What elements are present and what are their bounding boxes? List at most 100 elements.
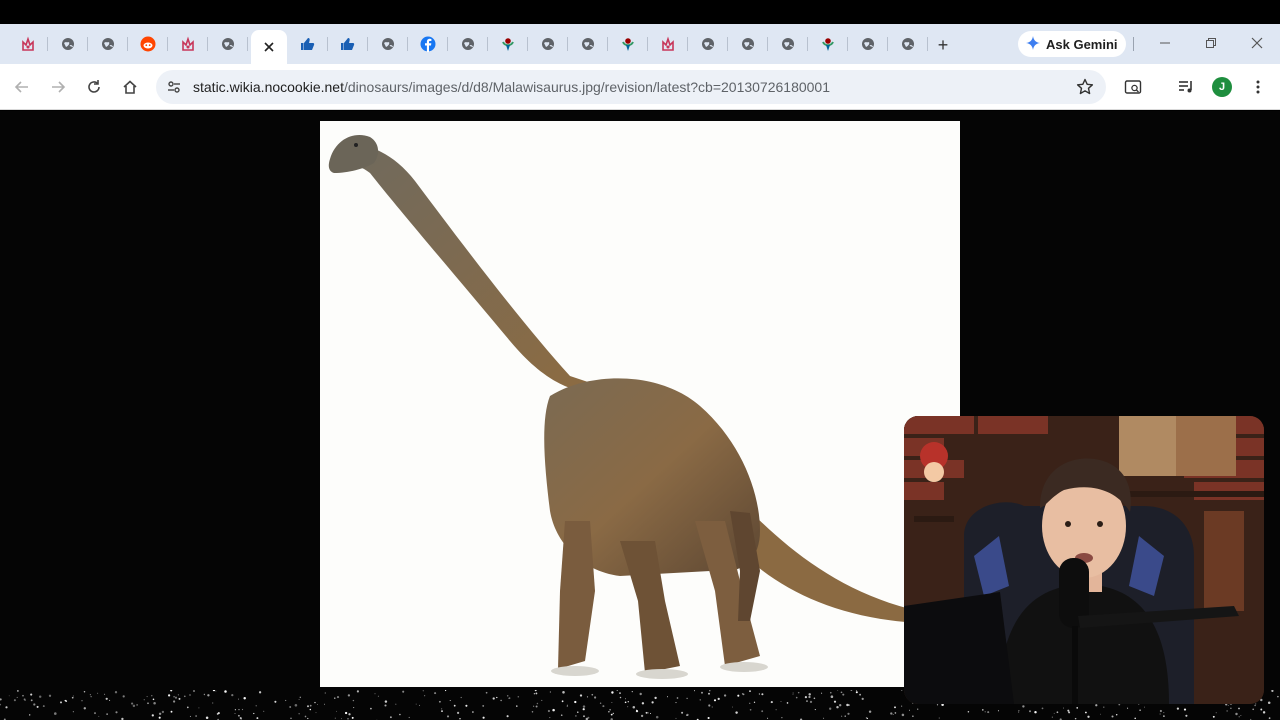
close-window-button[interactable] xyxy=(1242,30,1272,56)
browser-tab[interactable] xyxy=(331,30,368,58)
tab-separator xyxy=(767,37,768,51)
globe-icon xyxy=(740,36,756,52)
browser-tab[interactable] xyxy=(131,30,168,58)
sauropod-dinosaur-image xyxy=(328,135,960,679)
browser-tab[interactable] xyxy=(611,30,648,58)
browser-tab[interactable] xyxy=(571,30,608,58)
site-info-icon[interactable] xyxy=(166,79,182,100)
browser-tab[interactable] xyxy=(91,30,128,58)
back-button[interactable] xyxy=(10,75,34,99)
globe-icon xyxy=(100,36,116,52)
browser-tab[interactable] xyxy=(171,30,208,58)
tab-separator xyxy=(167,37,168,51)
restore-icon xyxy=(1206,38,1216,48)
url-path: /dinosaurs/images/d/d8/Malawisaurus.jpg/… xyxy=(343,79,831,95)
wikimedia-icon xyxy=(500,36,516,52)
streamer-webcam-image xyxy=(904,416,1264,704)
globe-icon xyxy=(380,36,396,52)
tab-separator xyxy=(927,37,928,51)
forward-arrow-icon xyxy=(52,81,66,93)
address-bar[interactable]: static.wikia.nocookie.net/dinosaurs/imag… xyxy=(156,70,1106,104)
tab-separator xyxy=(247,37,248,51)
ask-gemini-button[interactable]: Ask Gemini xyxy=(1018,31,1126,57)
tab-separator xyxy=(647,37,648,51)
thumb-icon xyxy=(340,36,356,52)
tab-separator xyxy=(87,37,88,51)
thumb-icon xyxy=(300,36,316,52)
tab-separator xyxy=(607,37,608,51)
browser-tab[interactable] xyxy=(291,30,328,58)
profile-avatar[interactable]: J xyxy=(1212,77,1232,97)
browser-tab[interactable] xyxy=(691,30,728,58)
globe-icon xyxy=(460,36,476,52)
browser-tab[interactable] xyxy=(811,30,848,58)
toolbar-divider xyxy=(1133,37,1134,51)
tab-separator xyxy=(127,37,128,51)
browser-tab[interactable] xyxy=(771,30,808,58)
fandom-icon xyxy=(660,36,676,52)
wikimedia-icon xyxy=(820,36,836,52)
tab-separator xyxy=(207,37,208,51)
reload-button[interactable] xyxy=(82,75,106,99)
browser-tab[interactable] xyxy=(451,30,488,58)
url-text[interactable]: static.wikia.nocookie.net/dinosaurs/imag… xyxy=(193,79,830,95)
browser-toolbar: static.wikia.nocookie.net/dinosaurs/imag… xyxy=(0,64,1280,110)
tab-separator xyxy=(847,37,848,51)
reddit-icon xyxy=(140,36,156,52)
webcam-overlay xyxy=(904,416,1264,704)
tab-separator xyxy=(567,37,568,51)
wikimedia-icon xyxy=(620,36,636,52)
globe-icon xyxy=(860,36,876,52)
fandom-icon xyxy=(20,36,36,52)
image-viewer[interactable] xyxy=(320,121,960,687)
forward-button[interactable] xyxy=(46,75,70,99)
media-controls-button[interactable] xyxy=(1174,75,1198,99)
tab-separator xyxy=(527,37,528,51)
globe-icon xyxy=(60,36,76,52)
tab-separator xyxy=(727,37,728,51)
star-icon xyxy=(1076,78,1094,95)
browser-tab[interactable] xyxy=(371,30,408,58)
tab-separator xyxy=(367,37,368,51)
menu-button[interactable] xyxy=(1246,75,1270,99)
browser-tab[interactable] xyxy=(851,30,888,58)
minimize-button[interactable] xyxy=(1150,30,1180,56)
browser-tab[interactable] xyxy=(491,30,528,58)
globe-icon xyxy=(220,36,236,52)
restore-button[interactable] xyxy=(1196,30,1226,56)
globe-icon xyxy=(780,36,796,52)
browser-tab[interactable] xyxy=(11,30,48,58)
tab-separator xyxy=(407,37,408,51)
fandom-icon xyxy=(180,36,196,52)
tab-search-button[interactable] xyxy=(1121,75,1145,99)
tab-separator xyxy=(887,37,888,51)
globe-icon xyxy=(580,36,596,52)
browser-tab[interactable] xyxy=(531,30,568,58)
home-icon xyxy=(123,80,137,94)
browser-tab[interactable] xyxy=(411,30,448,58)
browser-tab[interactable] xyxy=(211,30,248,58)
reload-icon xyxy=(88,80,100,93)
ask-gemini-label: Ask Gemini xyxy=(1046,36,1118,52)
browser-tab[interactable] xyxy=(731,30,768,58)
globe-icon xyxy=(700,36,716,52)
globe-icon xyxy=(900,36,916,52)
home-button[interactable] xyxy=(118,75,142,99)
bookmark-star-button[interactable] xyxy=(1076,78,1094,101)
close-window-icon xyxy=(1251,37,1263,49)
browser-tab[interactable] xyxy=(651,30,688,58)
tab-active[interactable] xyxy=(251,30,287,64)
browser-tab[interactable] xyxy=(51,30,88,58)
url-host: static.wikia.nocookie.net xyxy=(193,79,344,95)
tab-search-icon xyxy=(1124,80,1142,94)
tab-separator xyxy=(327,37,328,51)
media-queue-icon xyxy=(1179,81,1192,93)
tab-separator xyxy=(807,37,808,51)
close-icon[interactable] xyxy=(261,39,277,55)
facebook-icon xyxy=(420,36,436,52)
tab-separator xyxy=(447,37,448,51)
back-arrow-icon xyxy=(14,81,28,93)
new-tab-button[interactable]: + xyxy=(932,34,954,56)
browser-tab[interactable] xyxy=(891,30,928,58)
tab-separator xyxy=(687,37,688,51)
